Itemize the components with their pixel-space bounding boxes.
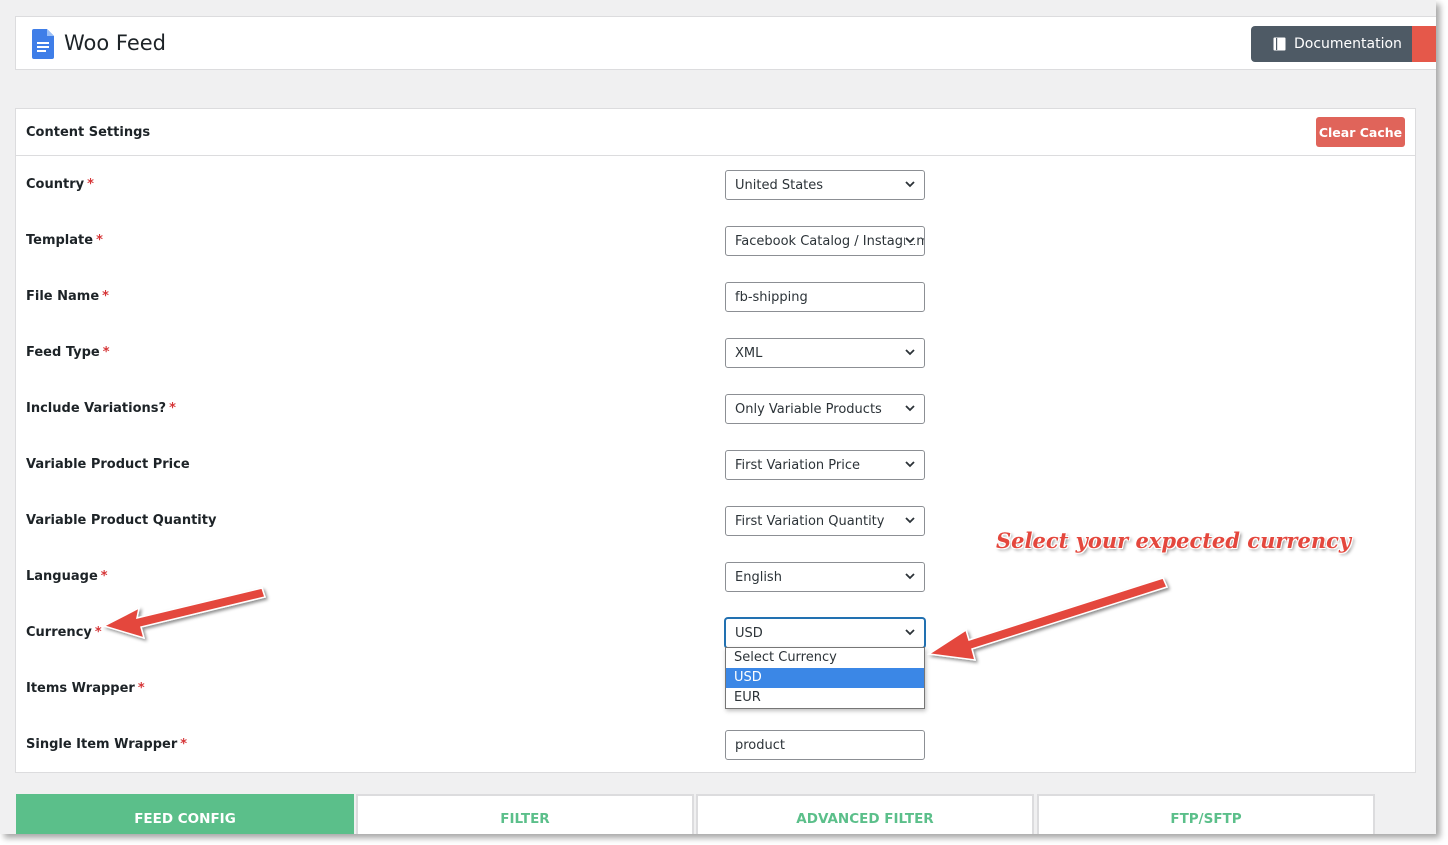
panel-header: Content Settings Clear Cache [16,109,1415,156]
annotation-callout: Select your expected currency [996,528,1352,553]
currency-option-select[interactable]: Select Currency [726,648,924,668]
language-row: Language * English [16,562,1415,592]
template-row: Template * Facebook Catalog / Instagram [16,226,1415,256]
panel-title: Content Settings [26,125,151,140]
single-item-wrapper-row: Single Item Wrapper * product [16,730,1415,760]
app-title: Woo Feed [64,31,167,55]
include-variations-label: Include Variations? * [26,401,176,416]
file-name-input[interactable]: fb-shipping [725,282,925,312]
items-wrapper-label: Items Wrapper * [26,681,145,696]
variable-quantity-label: Variable Product Quantity [26,513,217,528]
variable-price-select[interactable]: First Variation Price [725,450,925,480]
app-window: Woo Feed Documentation Content Settings … [0,0,1436,834]
chevron-down-icon [905,405,915,412]
single-item-wrapper-input[interactable]: product [725,730,925,760]
file-name-label: File Name * [26,289,109,304]
chevron-down-icon [905,237,915,244]
tab-ftp-sftp[interactable]: FTP/SFTP [1037,794,1375,834]
include-variations-row: Include Variations? * Only Variable Produ… [16,394,1415,424]
currency-label: Currency * [26,625,102,640]
tab-advanced-filter[interactable]: ADVANCED FILTER [696,794,1034,834]
chevron-down-icon [905,629,915,636]
tab-filter[interactable]: FILTER [356,794,694,834]
include-variations-select[interactable]: Only Variable Products [725,394,925,424]
language-select[interactable]: English [725,562,925,592]
variable-price-label: Variable Product Price [26,457,190,472]
clear-cache-button[interactable]: Clear Cache [1316,117,1405,147]
feed-type-label: Feed Type * [26,345,110,360]
single-item-wrapper-label: Single Item Wrapper * [26,737,188,752]
template-label: Template * [26,233,103,248]
chevron-down-icon [905,573,915,580]
currency-option-eur[interactable]: EUR [726,688,924,708]
chevron-down-icon [905,461,915,468]
variable-price-row: Variable Product Price First Variation P… [16,450,1415,480]
file-name-row: File Name * fb-shipping [16,282,1415,312]
currency-dropdown-list: Select Currency USD EUR [725,647,925,709]
currency-option-usd[interactable]: USD [726,668,924,688]
chevron-down-icon [905,517,915,524]
feed-type-row: Feed Type * XML [16,338,1415,368]
country-label: Country * [26,177,94,192]
chevron-down-icon [905,349,915,356]
feed-tabs: FEED CONFIG FILTER ADVANCED FILTER FTP/S… [16,794,1378,834]
document-icon [32,29,54,59]
header-action-button[interactable] [1412,26,1436,62]
country-select[interactable]: United States [725,170,925,200]
documentation-label: Documentation [1294,36,1402,52]
documentation-button[interactable]: Documentation [1251,26,1413,62]
language-label: Language * [26,569,108,584]
tab-feed-config[interactable]: FEED CONFIG [16,794,354,834]
content-settings-panel: Content Settings Clear Cache Country * Un… [15,108,1416,773]
chevron-down-icon [905,181,915,188]
variable-quantity-select[interactable]: First Variation Quantity [725,506,925,536]
items-wrapper-row: Items Wrapper * [16,674,1415,704]
currency-select[interactable]: USD [725,618,925,648]
currency-row: Currency * USD [16,618,1415,648]
feed-type-select[interactable]: XML [725,338,925,368]
header-bar: Woo Feed Documentation [15,16,1436,70]
book-icon [1273,37,1286,51]
template-select[interactable]: Facebook Catalog / Instagram [725,226,925,256]
country-row: Country * United States [16,170,1415,200]
